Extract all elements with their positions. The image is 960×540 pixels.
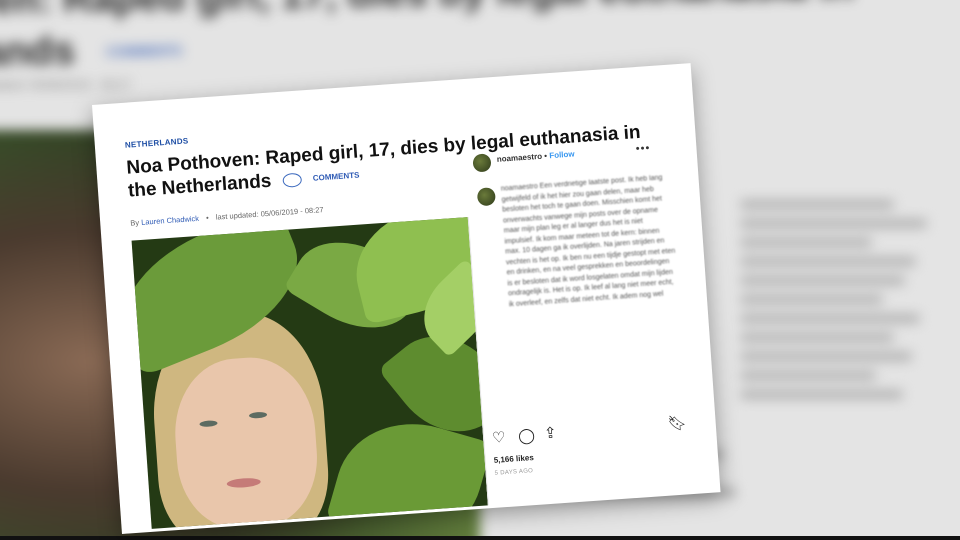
comments-link[interactable]: COMMENTS	[313, 171, 360, 183]
author-link[interactable]: Lauren Chadwick	[141, 214, 199, 227]
byline: By Lauren Chadwick • last updated: 05/06…	[130, 205, 324, 227]
instagram-caption: noamaestro Een verdrietige laatste post.…	[500, 174, 676, 308]
follow-button[interactable]: Follow	[549, 149, 575, 160]
section-label[interactable]: NETHERLANDS	[125, 136, 189, 149]
last-updated: last updated: 05/06/2019 - 08:27	[215, 205, 324, 222]
comment-bubble-icon[interactable]	[282, 172, 303, 188]
post-time: 5 DAYS AGO	[494, 468, 534, 477]
instagram-embed: noamaestro • Follow ••• noamaestro Een v…	[467, 142, 699, 506]
more-options-icon[interactable]: •••	[635, 142, 650, 155]
byline-prefix: By	[130, 218, 140, 228]
article-photo	[131, 217, 488, 529]
background-headline-line2: lands	[0, 28, 76, 75]
instagram-caption-avatar[interactable]	[476, 187, 496, 207]
background-comments-link: COMMENTS	[105, 43, 183, 60]
byline-separator: •	[205, 213, 210, 223]
like-count[interactable]: 5,166 likes	[493, 453, 534, 465]
bookmark-icon[interactable]: 🔖︎	[667, 414, 687, 432]
article-card: NETHERLANDS Noa Pothoven: Raped girl, 17…	[92, 63, 721, 534]
background-headline: ven: Raped girl, 17, dies by legal eutha…	[0, 0, 951, 81]
background-updated: updated: 05/06/2019 - 08:27	[0, 78, 131, 92]
heart-icon[interactable]: ♡	[492, 429, 507, 447]
instagram-actions: ♡ ◯ ⇪ 🔖︎	[492, 414, 693, 451]
share-icon[interactable]: ⇪	[543, 424, 557, 442]
comment-icon[interactable]: ◯	[518, 427, 536, 445]
background-caption-lines	[740, 190, 960, 409]
bottom-bar	[0, 536, 960, 540]
